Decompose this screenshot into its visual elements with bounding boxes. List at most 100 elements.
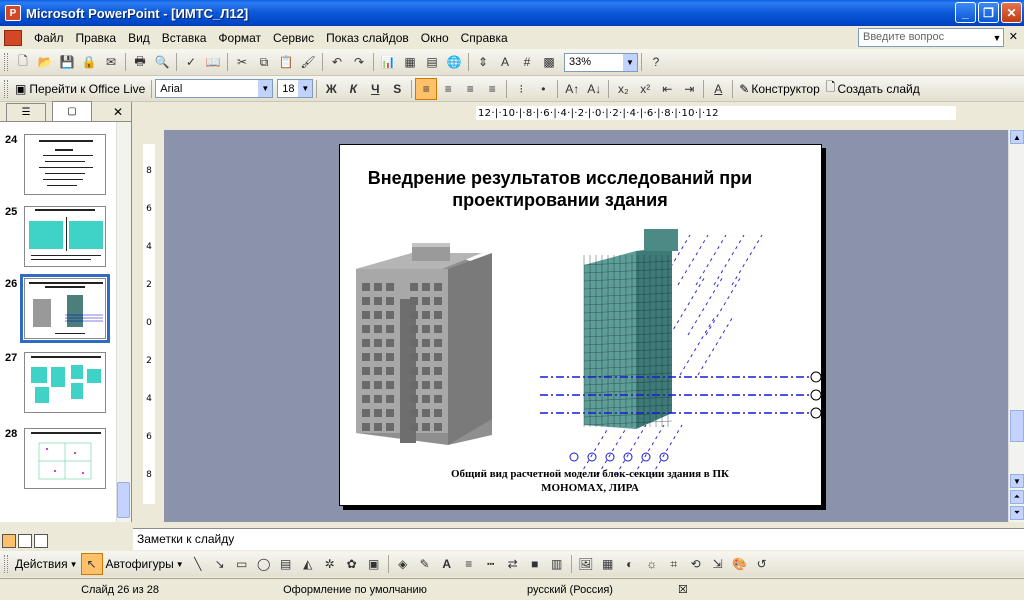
insert-picture-icon[interactable]: 🖼	[575, 553, 597, 575]
zoom-select[interactable]: 33% ▼	[564, 52, 638, 72]
close-button[interactable]: ✕	[1001, 2, 1022, 23]
undo-icon[interactable]: ↶	[326, 51, 348, 73]
actions-menu[interactable]: Действия ▼	[12, 557, 81, 571]
format-painter-icon[interactable]: 🖌	[297, 51, 319, 73]
clipart-icon[interactable]: ✿	[341, 553, 363, 575]
decrease-font-icon[interactable]: A↓	[583, 78, 605, 100]
thumbnails-scrollbar[interactable]	[116, 122, 131, 522]
slideshow-icon[interactable]	[34, 534, 48, 548]
line-style-icon[interactable]: ≡	[458, 553, 480, 575]
designer-button[interactable]: ✎ Конструктор	[736, 82, 822, 96]
increase-indent-icon[interactable]: ⇥	[678, 78, 700, 100]
help-search-input[interactable]: Введите вопрос	[858, 28, 1004, 47]
chart-icon[interactable]: 📊	[377, 51, 399, 73]
underline-button[interactable]: Ч	[364, 78, 386, 100]
restore-button[interactable]: ❐	[978, 2, 999, 23]
brightness-icon[interactable]: ☼	[641, 553, 663, 575]
slides-tab[interactable]: ▢	[52, 101, 92, 121]
new-icon[interactable]: 🗋	[12, 51, 34, 73]
minimize-button[interactable]: _	[955, 2, 976, 23]
crop-icon[interactable]: ⌗	[663, 553, 685, 575]
research-icon[interactable]: 📖	[202, 51, 224, 73]
slide-sorter-icon[interactable]	[18, 534, 32, 548]
chevron-down-icon[interactable]: ▼	[990, 30, 1004, 45]
slide-caption[interactable]: Общий вид расчетной модели блок-секции з…	[440, 467, 740, 495]
hyperlink-icon[interactable]: 🌐	[443, 51, 465, 73]
cut-icon[interactable]: ✂	[231, 51, 253, 73]
normal-view-icon[interactable]	[2, 534, 16, 548]
font-color-icon[interactable]: A	[436, 553, 458, 575]
font-select[interactable]: Arial ▼	[155, 79, 274, 98]
color-icon[interactable]: ▦	[597, 553, 619, 575]
bold-button[interactable]: Ж	[320, 78, 342, 100]
menu-tools[interactable]: Сервис	[267, 29, 320, 47]
scroll-down-icon[interactable]: ▼	[1010, 474, 1024, 488]
save-icon[interactable]: 💾	[56, 51, 78, 73]
menu-file[interactable]: Файл	[28, 29, 70, 47]
reset-picture-icon[interactable]: ↺	[751, 553, 773, 575]
menu-edit[interactable]: Правка	[70, 29, 123, 47]
document-icon[interactable]	[4, 29, 22, 46]
menu-window[interactable]: Окно	[415, 29, 455, 47]
workspace-scrollbar[interactable]: ▲ ▼ ⏶ ⏷	[1008, 130, 1024, 522]
contrast-icon[interactable]: ◐	[619, 553, 641, 575]
previous-slide-icon[interactable]: ⏶	[1010, 490, 1024, 504]
email-icon[interactable]: ✉	[100, 51, 122, 73]
grid-icon[interactable]: #	[516, 51, 538, 73]
redo-icon[interactable]: ↷	[348, 51, 370, 73]
slide-title[interactable]: Внедрение результатов исследований при п…	[340, 167, 780, 211]
fill-color-icon[interactable]: ◈	[392, 553, 414, 575]
compress-icon[interactable]: ⇲	[707, 553, 729, 575]
dash-style-icon[interactable]: ┅	[480, 553, 502, 575]
copy-icon[interactable]: ⧉	[253, 51, 275, 73]
align-right-icon[interactable]: ≡	[459, 78, 481, 100]
print-preview-icon[interactable]: 🔍	[151, 51, 173, 73]
arrow-icon[interactable]: ↘	[209, 553, 231, 575]
show-formatting-icon[interactable]: A	[494, 51, 516, 73]
format-picture-icon[interactable]: 🎨	[729, 553, 751, 575]
rectangle-icon[interactable]: ▭	[231, 553, 253, 575]
textbox-icon[interactable]: ▤	[275, 553, 297, 575]
spelling-icon[interactable]: ✓	[180, 51, 202, 73]
bullets-icon[interactable]: •	[532, 78, 554, 100]
doc-close-icon[interactable]: ✕	[1009, 30, 1018, 43]
arrow-style-icon[interactable]: ⇄	[502, 553, 524, 575]
permission-icon[interactable]: 🔒	[78, 51, 100, 73]
menu-view[interactable]: Вид	[122, 29, 156, 47]
shadow-button[interactable]: S	[386, 78, 408, 100]
help-icon[interactable]: ?	[645, 51, 667, 73]
justify-icon[interactable]: ≡	[481, 78, 503, 100]
paste-icon[interactable]: 📋	[275, 51, 297, 73]
oval-icon[interactable]: ◯	[253, 553, 275, 575]
font-color-icon[interactable]: A	[707, 78, 729, 100]
increase-font-icon[interactable]: A↑	[561, 78, 583, 100]
superscript-icon[interactable]: x²	[634, 78, 656, 100]
outline-tab[interactable]: ☰	[6, 103, 46, 121]
close-icon[interactable]: ✕	[113, 105, 123, 119]
color-grayscale-icon[interactable]: ▩	[538, 51, 560, 73]
align-center-icon[interactable]: ≡	[437, 78, 459, 100]
wordart-icon[interactable]: ◭	[297, 553, 319, 575]
tables-borders-icon[interactable]: ▤	[421, 51, 443, 73]
scroll-up-icon[interactable]: ▲	[1010, 130, 1024, 144]
powerpoint-app-icon[interactable]: P	[5, 5, 21, 21]
diagram-icon[interactable]: ✲	[319, 553, 341, 575]
menu-slideshow[interactable]: Показ слайдов	[320, 29, 415, 47]
shadow-icon[interactable]: ■	[524, 553, 546, 575]
select-pointer-icon[interactable]: ↖	[80, 553, 103, 575]
new-slide-button[interactable]: 🗋 Создать слайд	[823, 78, 923, 99]
print-icon[interactable]: 🖶	[129, 51, 151, 73]
decrease-indent-icon[interactable]: ⇤	[656, 78, 678, 100]
subscript-icon[interactable]: x₂	[612, 78, 634, 100]
3d-icon[interactable]: ▥	[546, 553, 568, 575]
line-icon[interactable]: ╲	[187, 553, 209, 575]
autoshapes-menu[interactable]: Автофигуры ▼	[103, 557, 187, 571]
notes-pane[interactable]: Заметки к слайду	[133, 528, 1024, 550]
open-icon[interactable]: 📂	[34, 51, 56, 73]
align-left-icon[interactable]: ≡	[415, 77, 438, 100]
table-icon[interactable]: ▦	[399, 51, 421, 73]
slide-workspace[interactable]: Внедрение результатов исследований при п…	[164, 130, 1008, 522]
next-slide-icon[interactable]: ⏷	[1010, 506, 1024, 520]
menu-insert[interactable]: Вставка	[156, 29, 213, 47]
toolbar-grip[interactable]	[4, 53, 8, 71]
